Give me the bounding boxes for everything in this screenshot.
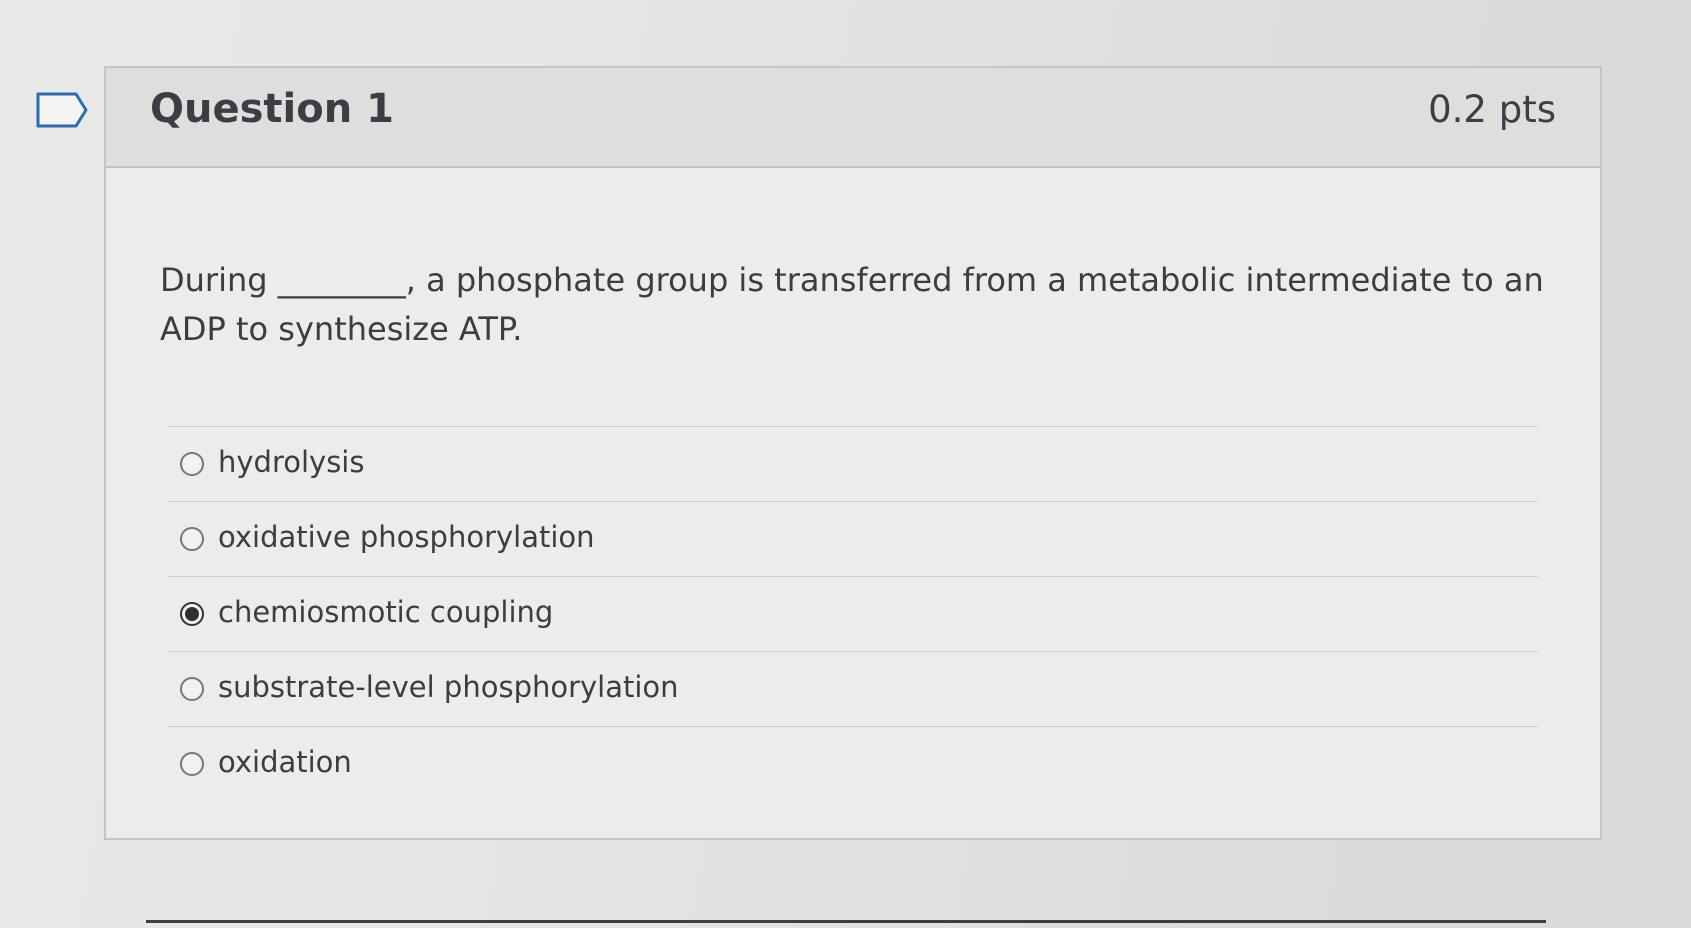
radio-button-icon[interactable]: [180, 527, 204, 551]
radio-button-icon[interactable]: [180, 677, 204, 701]
answer-option-substrate-level-phosphorylation[interactable]: substrate-level phosphorylation: [168, 651, 1538, 726]
radio-button-icon[interactable]: [180, 452, 204, 476]
flag-question-icon[interactable]: [36, 92, 88, 128]
answer-option-chemiosmotic-coupling[interactable]: chemiosmotic coupling: [168, 576, 1538, 651]
answer-option-oxidation[interactable]: oxidation: [168, 726, 1538, 801]
answer-option-hydrolysis[interactable]: hydrolysis: [168, 426, 1538, 501]
radio-button-icon[interactable]: [180, 752, 204, 776]
answer-label: substrate-level phosphorylation: [218, 670, 679, 704]
question-card: Question 1 0.2 pts During ________, a ph…: [104, 66, 1602, 840]
question-text: During ________, a phosphate group is tr…: [160, 261, 1544, 348]
question-header: Question 1 0.2 pts: [106, 68, 1600, 168]
question-title: Question 1: [150, 86, 394, 132]
answer-list: hydrolysis oxidative phosphorylation che…: [168, 426, 1538, 801]
answer-option-oxidative-phosphorylation[interactable]: oxidative phosphorylation: [168, 501, 1538, 576]
page-divider: [146, 920, 1546, 923]
answer-label: chemiosmotic coupling: [218, 595, 554, 629]
answer-label: oxidative phosphorylation: [218, 520, 595, 554]
answer-label: oxidation: [218, 745, 352, 779]
answer-label: hydrolysis: [218, 445, 365, 479]
question-points: 0.2 pts: [1428, 88, 1556, 131]
radio-button-selected-icon[interactable]: [180, 602, 204, 626]
